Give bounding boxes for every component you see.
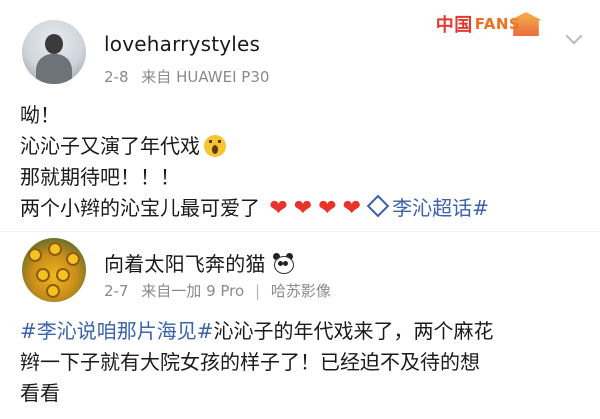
avatar[interactable] <box>22 20 86 84</box>
content-line-1-text: 沁沁子的年代戏来了，两个麻花 <box>213 319 494 343</box>
avatar-body <box>36 54 72 84</box>
sunflower-shape <box>48 242 62 256</box>
content-line-1: 呦！ <box>20 103 60 127</box>
post-date: 2-7 <box>104 282 129 300</box>
content-line-1: #李沁说咱那片海见#沁沁子的年代戏来了，两个麻花 <box>20 316 494 347</box>
heart-icon: ❤ <box>269 196 288 221</box>
badge-main: 中国 <box>435 15 473 36</box>
heart-icon: ❤ <box>318 196 337 221</box>
meta-separator: | <box>254 282 261 300</box>
post-content: #李沁说咱那片海见#沁沁子的年代戏来了，两个麻花 辫一下子就有大院女孩的样子了！… <box>20 316 494 409</box>
device-name[interactable]: 一加 9 Pro <box>171 282 244 300</box>
content-line-4-text: 两个小辫的沁宝儿最可爱了 <box>20 196 260 220</box>
post-content: 呦！ 沁沁子又演了年代戏 那就期待吧！！！ 两个小辫的沁宝儿最可爱了 ❤ ❤ ❤ ❤ 李… <box>20 100 489 224</box>
username[interactable]: loveharrystyles <box>104 32 260 56</box>
content-line-3: 那就期待吧！！！ <box>20 165 180 189</box>
sunflower-shape <box>28 248 42 262</box>
heart-icon: ❤ <box>342 196 362 221</box>
diamond-topic-icon <box>366 194 390 218</box>
content-line-3: 看看 <box>20 381 60 405</box>
panda-emoji-icon <box>272 253 294 274</box>
device-name[interactable]: HUAWEI P30 <box>176 68 269 86</box>
username[interactable]: 向着太阳飞奔的猫 <box>104 248 294 277</box>
source-prefix: 来自 <box>141 68 172 86</box>
post-card-1: loveharrystyles 2-8 来自 HUAWEI P30 中国 FAN… <box>0 0 600 232</box>
content-line-2: 辫一下子就有大院女孩的样子了！已经迫不及待的想 <box>20 350 480 374</box>
topic-link[interactable]: 李沁超话# <box>392 196 489 220</box>
heart-icon: ❤ <box>293 196 313 221</box>
sunflower-shape <box>46 284 60 298</box>
sunflower-shape <box>56 268 70 282</box>
content-line-2: 沁沁子又演了年代戏 <box>20 131 489 162</box>
china-fans-badge: 中国 FANS <box>410 6 546 42</box>
sunflower-shape <box>66 252 80 266</box>
content-line-2-text: 沁沁子又演了年代戏 <box>20 134 200 158</box>
scream-emoji-icon <box>204 135 226 157</box>
sunflower-shape <box>36 268 50 282</box>
content-line-4: 两个小辫的沁宝儿最可爱了 ❤ ❤ ❤ ❤ 李沁超话# <box>20 193 489 224</box>
avatar[interactable] <box>22 238 86 302</box>
post-meta: 2-8 来自 HUAWEI P30 <box>104 66 269 87</box>
post-meta: 2-7 来自一加 9 Pro | 哈苏影像 <box>104 280 331 301</box>
app-name[interactable]: 哈苏影像 <box>271 282 331 300</box>
post-card-2: 向着太阳飞奔的猫 2-7 来自一加 9 Pro | 哈苏影像 #李沁说咱那片海见… <box>0 232 600 419</box>
username-text: 向着太阳飞奔的猫 <box>104 252 266 276</box>
avatar-head <box>45 34 63 54</box>
topic-link[interactable]: #李沁说咱那片海见# <box>20 319 214 343</box>
post-date: 2-8 <box>104 68 129 86</box>
source-prefix: 来自 <box>141 282 172 300</box>
chevron-down-icon[interactable] <box>565 27 583 45</box>
